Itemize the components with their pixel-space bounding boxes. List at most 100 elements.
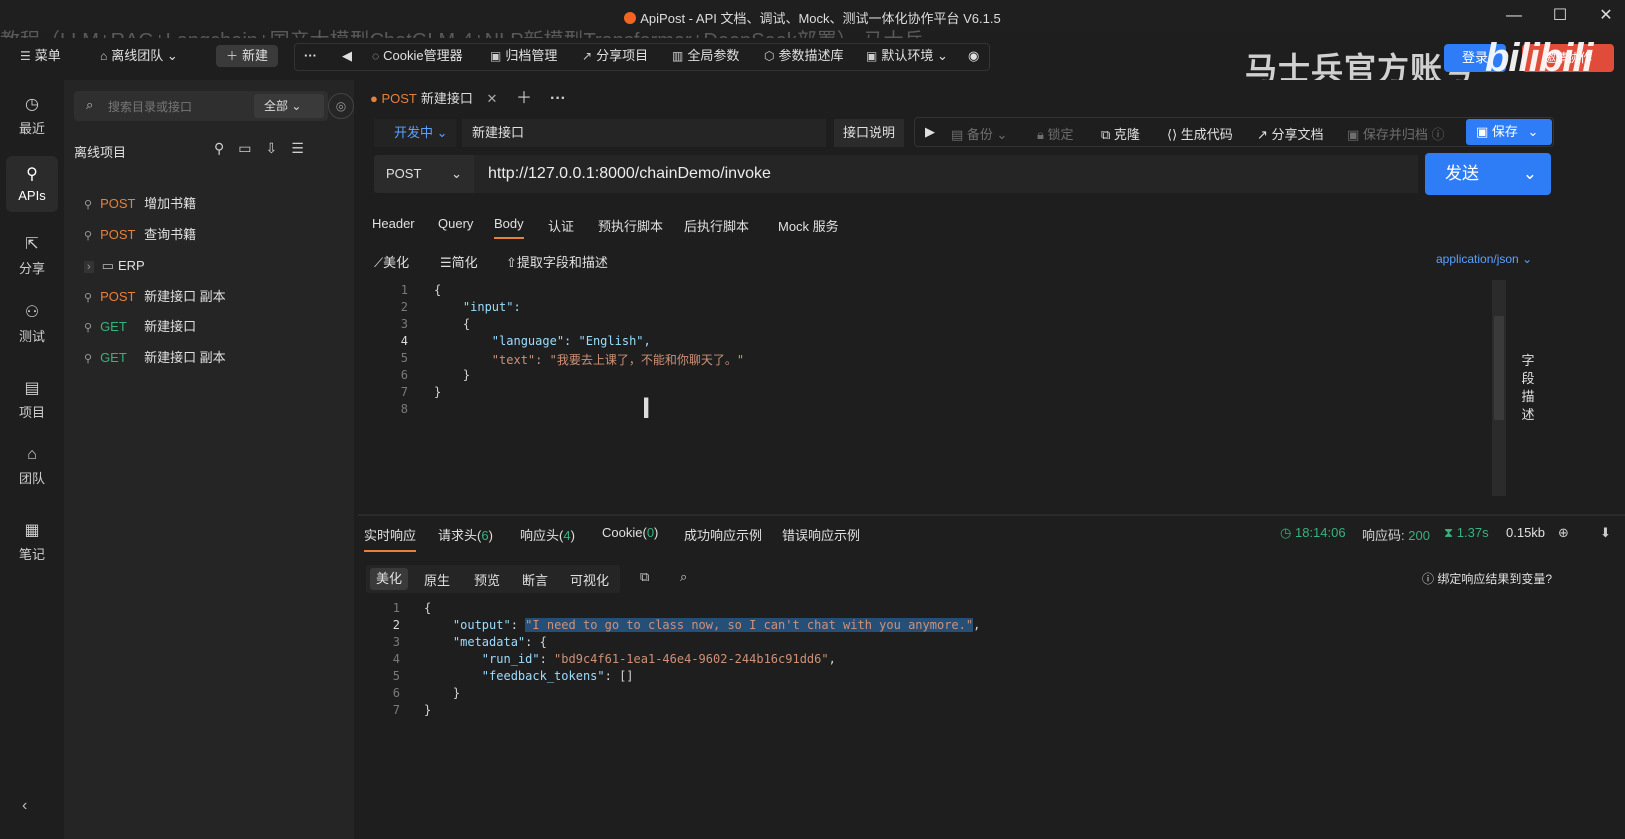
- team-selector[interactable]: ⌂ 离线团队 ⌄: [100, 45, 178, 67]
- simplify-button[interactable]: ☰简化: [440, 252, 478, 271]
- search-box[interactable]: ⌕ 搜索目录或接口 全部 ⌄: [74, 91, 328, 121]
- collapse-sidebar-icon[interactable]: ‹: [22, 797, 27, 815]
- new-button[interactable]: ＋新建: [216, 45, 279, 67]
- add-tab-icon[interactable]: ＋: [516, 85, 532, 113]
- method-select[interactable]: POST ⌄: [374, 155, 474, 193]
- send-button[interactable]: 发送 ⌄: [1425, 153, 1551, 195]
- scope-select[interactable]: 全部 ⌄: [254, 94, 324, 118]
- tab-realtime-response[interactable]: 实时响应: [364, 525, 417, 552]
- panel-divider[interactable]: [358, 514, 1625, 516]
- link-icon: ⚲: [84, 292, 93, 304]
- chevron-down-icon: ⌄: [436, 125, 448, 140]
- editor-scrollbar[interactable]: [1492, 280, 1506, 496]
- tree-item[interactable]: ⚲ POST 查询书籍: [84, 223, 196, 247]
- tree-item[interactable]: ⚲ POST 新建接口 副本: [84, 285, 226, 309]
- global-params-button[interactable]: ▥ 全局参数: [672, 45, 739, 67]
- env-icon: ▣: [866, 49, 878, 63]
- nav-recent[interactable]: ◷ 最近: [6, 86, 58, 142]
- view-assert[interactable]: 断言: [522, 570, 548, 589]
- view-preview[interactable]: 预览: [474, 570, 500, 589]
- nav-test[interactable]: ⚇ 测试: [6, 294, 58, 350]
- cube-icon: ⬡: [764, 49, 775, 63]
- share-doc-button[interactable]: ↗ 分享文档: [1257, 124, 1324, 143]
- locate-icon[interactable]: ◎: [328, 93, 354, 119]
- project-title: 离线项目: [74, 145, 127, 160]
- add-folder-icon[interactable]: ▭: [238, 140, 265, 156]
- tab-auth[interactable]: 认证: [548, 216, 574, 235]
- view-raw[interactable]: 原生: [424, 570, 450, 589]
- api-name-input[interactable]: 新建接口: [462, 119, 826, 147]
- nav-notes[interactable]: ▦ 笔记: [6, 512, 58, 568]
- tab-post-script[interactable]: 后执行脚本: [684, 216, 749, 235]
- view-beautify[interactable]: 美化: [370, 568, 409, 590]
- download-icon[interactable]: ⬇: [1600, 525, 1611, 541]
- tree-item[interactable]: ⚲ GET 新建接口: [84, 315, 196, 339]
- tab-mock[interactable]: Mock 服务: [778, 216, 839, 235]
- tree-item[interactable]: ⚲ GET 新建接口 副本: [84, 346, 226, 370]
- tab-success-example[interactable]: 成功响应示例: [684, 525, 762, 544]
- tree-folder[interactable]: › ▭ ERP: [84, 254, 145, 278]
- close-window-button[interactable]: ✕: [1592, 6, 1620, 26]
- code-line: "run_id": "bd9c4f61-1ea1-46e4-9602-244b1…: [481, 652, 836, 666]
- more-icon[interactable]: ···: [304, 45, 317, 67]
- beautify-button[interactable]: ⟋美化: [374, 252, 409, 271]
- bind-variable-link[interactable]: ⓘ 绑定响应结果到变量?: [1422, 570, 1552, 587]
- cookie-manager-button[interactable]: ◌ Cookie管理器: [372, 45, 463, 67]
- main-panel: ● POST 新建接口 ✕ ＋ ··· 开发中 ⌄ 新建接口 接口说明 ▶ ▤ 备…: [358, 80, 1625, 839]
- tab-error-example[interactable]: 错误响应示例: [782, 525, 860, 544]
- search-input[interactable]: 搜索目录或接口: [108, 98, 192, 115]
- save-button[interactable]: ▣ 保存 ⌄: [1466, 119, 1552, 145]
- eye-icon[interactable]: ◉: [968, 45, 979, 67]
- clock-icon: ◷: [25, 96, 39, 113]
- nav-team[interactable]: ⌂ 团队: [6, 438, 58, 494]
- url-input[interactable]: http://127.0.0.1:8000/chainDemo/invoke: [474, 155, 1418, 193]
- run-icon[interactable]: ▶: [925, 124, 935, 140]
- nav-apis[interactable]: ⚲ APIs: [6, 156, 58, 212]
- content-type-select[interactable]: application/json ⌄: [1436, 252, 1532, 266]
- lock-button[interactable]: 🔒︎ 锁定: [1037, 124, 1074, 143]
- tab-header[interactable]: Header: [372, 216, 415, 231]
- collapse-left-icon[interactable]: ◀: [342, 45, 352, 67]
- tab-cookie[interactable]: Cookie(0): [602, 525, 658, 540]
- line-number: 3: [392, 635, 400, 649]
- more-tabs-icon[interactable]: ···: [550, 85, 566, 113]
- copy-icon[interactable]: ⧉: [640, 569, 649, 585]
- bilibili-watermark: bilibili: [1485, 36, 1594, 80]
- view-visualize[interactable]: 可视化: [570, 570, 609, 589]
- minimize-button[interactable]: —: [1500, 6, 1528, 26]
- param-lib-button[interactable]: ⬡ 参数描述库: [764, 45, 844, 67]
- menu-button[interactable]: ☰ 菜单: [20, 45, 61, 67]
- share-project-button[interactable]: ↗ 分享项目: [582, 45, 648, 67]
- nav-project[interactable]: ▤ 项目: [6, 370, 58, 426]
- chevron-down-icon: ⌄: [451, 166, 462, 181]
- maximize-button[interactable]: ☐: [1546, 6, 1574, 26]
- search-icon[interactable]: ⌕: [680, 569, 687, 585]
- status-select[interactable]: 开发中 ⌄: [374, 119, 456, 147]
- extract-fields-button[interactable]: ⇧提取字段和描述: [506, 252, 608, 271]
- close-tab-icon[interactable]: ✕: [487, 91, 498, 106]
- nav-share[interactable]: ⇱ 分享: [6, 226, 58, 282]
- tab-pre-script[interactable]: 预执行脚本: [598, 216, 663, 235]
- tab-request-headers[interactable]: 请求头(6): [438, 525, 493, 544]
- import-icon[interactable]: ⇩: [266, 140, 292, 156]
- field-desc-toggle[interactable]: 字段描述: [1518, 352, 1538, 424]
- tab-query[interactable]: Query: [438, 216, 473, 231]
- clone-button[interactable]: ⧉ 克隆: [1101, 124, 1140, 143]
- share-icon: ↗: [582, 49, 593, 63]
- archive-button[interactable]: ▣ 归档管理: [490, 45, 557, 67]
- tree-item[interactable]: ⚲ POST 增加书籍: [84, 192, 196, 216]
- scrollbar-thumb[interactable]: [1494, 316, 1504, 420]
- gen-code-button[interactable]: ⟨⟩ 生成代码: [1167, 124, 1233, 143]
- tab-new-api[interactable]: ● POST 新建接口 ✕: [370, 85, 497, 113]
- api-icon: ⚲: [26, 166, 38, 183]
- line-number: 1: [400, 283, 408, 297]
- env-selector[interactable]: ▣ 默认环境 ⌄: [866, 45, 948, 67]
- backup-button[interactable]: ▤ 备份 ⌄: [951, 124, 1007, 143]
- sort-icon[interactable]: ☰: [291, 140, 318, 156]
- tab-response-headers[interactable]: 响应头(4): [520, 525, 575, 544]
- save-archive-button[interactable]: ▣ 保存并归档 ⓘ: [1347, 124, 1445, 143]
- api-desc-button[interactable]: 接口说明: [834, 119, 904, 147]
- globe-icon[interactable]: ⊕: [1558, 525, 1569, 541]
- add-api-icon[interactable]: ⚲: [214, 140, 238, 156]
- tab-body[interactable]: Body: [494, 216, 524, 239]
